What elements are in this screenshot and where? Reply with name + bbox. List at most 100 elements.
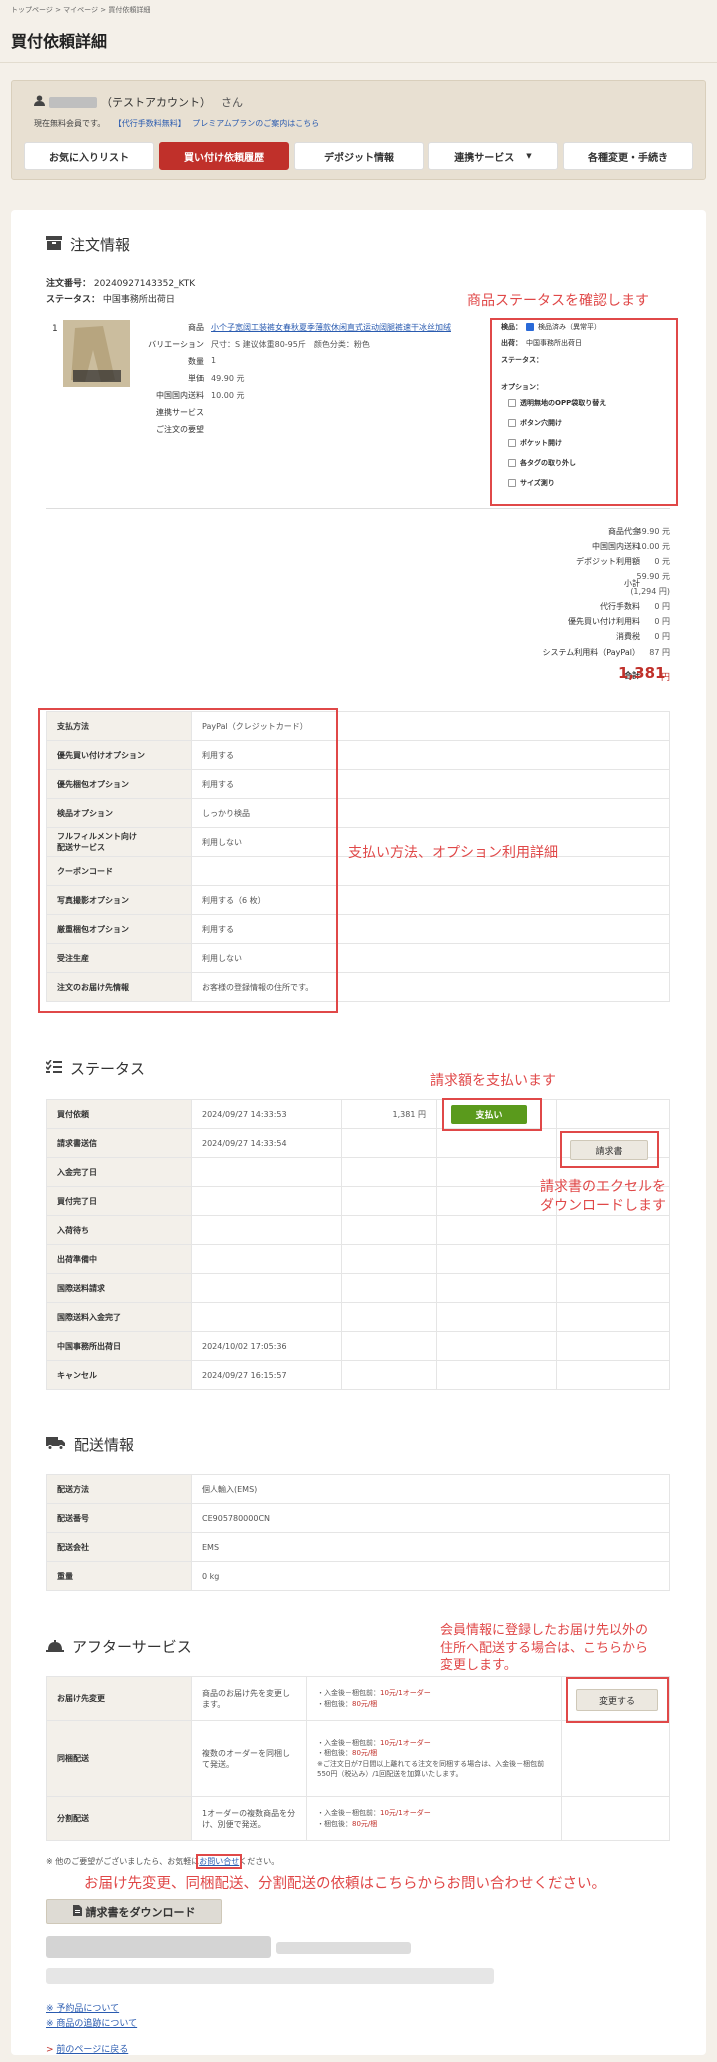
document-icon [72, 1904, 82, 1919]
shipping-status: 出荷： 中国事務所出荷日 [501, 339, 582, 347]
user-icon [34, 95, 45, 109]
option-opp-bag[interactable]: 透明無地のOPP袋取り替え [508, 398, 606, 408]
status-row-amount [341, 1186, 437, 1216]
service-bell-icon [46, 1638, 64, 1656]
delivery-row-label: 配送番号 [46, 1503, 192, 1533]
annotation-invoice: 請求書のエクセルを ダウンロードします [540, 1179, 666, 1214]
nav-favorites-button[interactable]: お気に入りリスト [24, 142, 154, 170]
delivery-row-label: 配送方法 [46, 1474, 192, 1504]
checkbox-checked-icon [526, 323, 534, 331]
blurred-info [46, 1968, 494, 1984]
status-row-amount [341, 1157, 437, 1187]
delivery-section-title: 配送情報 [46, 1434, 134, 1455]
order-number: 注文番号： 20240927143352_KTK [46, 279, 196, 289]
after-service-row: 同梱配送 複数のオーダーを同梱して発送。 ・入金後－梱包前：10元/1オーダー ・梱包… [46, 1720, 670, 1797]
options-label: オプション： [501, 383, 543, 391]
delivery-row: 重量 0 kg [46, 1561, 670, 1591]
fee-line: ・梱包後：80元/梱 [317, 1699, 378, 1708]
status-label: ステータス： [501, 356, 543, 364]
status-row-label: 国際送料入金完了 [46, 1302, 192, 1332]
status-row-label: 買付完了日 [46, 1186, 192, 1216]
annotation-inquiry: お届け先変更、同梱配送、分割配送の依頼はこちらからお問い合わせください。 [84, 1876, 606, 1892]
product-domestic-shipping: 10.00 元 [211, 391, 245, 400]
box-icon [46, 235, 62, 254]
delivery-row-label: 重量 [46, 1561, 192, 1591]
delivery-row-value: 個人輸入(EMS) [191, 1474, 670, 1504]
nav-deposit-button[interactable]: デポジット情報 [294, 142, 424, 170]
checkbox-icon [508, 479, 516, 487]
status-row-date: 2024/09/27 16:15:57 [191, 1360, 342, 1390]
order-section-title: 注文情報 [46, 234, 130, 255]
delivery-row: 配送方法 個人輸入(EMS) [46, 1474, 670, 1504]
status-row: 中国事務所出荷日 2024/10/02 17:05:36 [46, 1331, 670, 1361]
blurred-info [46, 1936, 271, 1958]
tracking-link[interactable]: ※ 商品の追跡について [46, 2016, 137, 2029]
status-row: キャンセル 2024/09/27 16:15:57 [46, 1360, 670, 1390]
fee-line: ・梱包後：80元/梱 [317, 1749, 378, 1757]
premium-plan-link[interactable]: プレミアムプランのご案内はこちら [192, 119, 319, 128]
option-button-hole[interactable]: ボタン穴開け [508, 418, 562, 428]
download-invoice-button[interactable]: 請求書をダウンロード [46, 1899, 222, 1924]
nav-settings-button[interactable]: 各種変更・手続き [563, 142, 693, 170]
total-value: 1,381 [618, 664, 666, 682]
annotation-address: 会員情報に登録したお届け先以外の 住所へ配送する場合は、こちらから 変更します。 [440, 1623, 649, 1674]
account-label: （テストアカウント） [101, 96, 211, 109]
invoice-button[interactable]: 請求書 [570, 1140, 648, 1160]
inspection-status: 検品： 検品済み（異常平） [501, 323, 601, 331]
status-row-label: 入荷待ち [46, 1215, 192, 1245]
annotation-pay: 請求額を支払います [430, 1073, 556, 1089]
back-link[interactable]: > 前のページに戻る [46, 2042, 128, 2055]
divider [0, 62, 717, 63]
product-quantity: 1 [211, 356, 217, 365]
status-row-amount [341, 1302, 437, 1332]
product-image[interactable] [63, 320, 130, 387]
blurred-info [276, 1942, 411, 1954]
status-row-amount: 1,381 円 [341, 1099, 437, 1129]
after-service-label: 分割配送 [46, 1796, 192, 1841]
status-row: 国際送料入金完了 [46, 1302, 670, 1332]
nav-linked-services-button[interactable]: 連携サービス ▼ [428, 142, 558, 170]
status-row-label: 中国事務所出荷日 [46, 1331, 192, 1361]
option-tag-removal[interactable]: 各タグの取り外し [508, 458, 576, 468]
honorific: さん [221, 96, 243, 109]
member-greeting: （テストアカウント） さん [34, 94, 243, 110]
checkbox-icon [508, 459, 516, 467]
status-row-label: 出荷準備中 [46, 1244, 192, 1274]
option-size-measure[interactable]: サイズ測り [508, 478, 555, 488]
status-row-amount [341, 1331, 437, 1361]
status-row-date [191, 1273, 342, 1303]
product-unit-price: 49.90 元 [211, 374, 245, 383]
pay-button[interactable]: 支払い [451, 1105, 527, 1124]
status-row-label: 買付依頼 [46, 1099, 192, 1129]
reservation-link[interactable]: ※ 予約品について [46, 2001, 119, 2014]
checkbox-icon [508, 399, 516, 407]
product-variation: 尺寸：S 建议体重80-95斤 颜色分类：粉色 [211, 340, 370, 349]
after-service-label: 同梱配送 [46, 1720, 192, 1797]
after-service-desc: 複数のオーダーを同梱して発送。 [191, 1720, 307, 1797]
change-address-button[interactable]: 変更する [576, 1689, 658, 1711]
after-service-section-title: アフターサービス [46, 1636, 192, 1657]
inquiry-link[interactable]: お問い合せ [196, 1854, 243, 1869]
chevron-right-icon: > [46, 2045, 54, 2055]
status-row-label: キャンセル [46, 1360, 192, 1390]
nav-order-history-button[interactable]: 買い付け依頼履歴 [159, 142, 289, 170]
option-pocket[interactable]: ポケット開け [508, 438, 562, 448]
status-row-date [191, 1244, 342, 1274]
after-service-desc: 商品のお届け先を変更します。 [191, 1676, 307, 1721]
fee-free-link[interactable]: 【代行手数料無料】 [114, 119, 186, 128]
checkbox-icon [508, 439, 516, 447]
status-row-date [191, 1302, 342, 1332]
delivery-row: 配送会社 EMS [46, 1532, 670, 1562]
status-row-date: 2024/09/27 14:33:54 [191, 1128, 342, 1158]
status-row-label: 国際送料請求 [46, 1273, 192, 1303]
product-name-link[interactable]: 小个子宽阔工装裤女春秋夏季薄款休闲直式运动阔腿裤速干冰丝加绒 [211, 322, 466, 333]
after-service-label: お届け先変更 [46, 1676, 192, 1721]
status-row-date: 2024/10/02 17:05:36 [191, 1331, 342, 1361]
status-row-amount [341, 1244, 437, 1274]
fee-line: ・入金後－梱包前：10元/1オーダー [317, 1738, 431, 1747]
status-row-date [191, 1186, 342, 1216]
delivery-row-label: 配送会社 [46, 1532, 192, 1562]
status-row: 国際送料請求 [46, 1273, 670, 1303]
truck-icon [46, 1436, 66, 1454]
highlight-payment [38, 708, 338, 1013]
